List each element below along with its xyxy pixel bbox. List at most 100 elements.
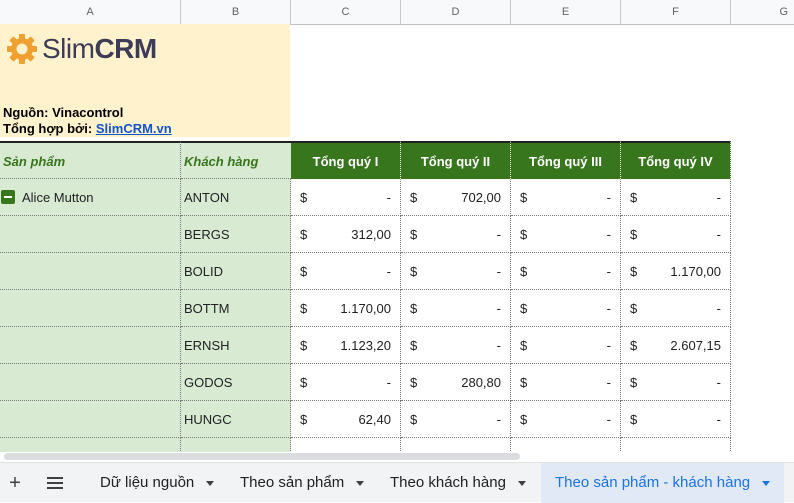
currency-symbol: $ [520, 375, 528, 390]
customer-cell[interactable]: ERNSH [181, 327, 291, 364]
tab-theo-san-pham-khach-hang[interactable]: Theo sản phẩm - khách hàng [541, 463, 785, 503]
logo-text: SlimCRM [42, 33, 157, 64]
customer-cell[interactable]: HUNGC [181, 401, 291, 438]
tab-theo-san-pham[interactable]: Theo sản phẩm [226, 463, 378, 503]
quarter-value-cell[interactable]: $62,40 [291, 401, 401, 438]
all-sheets-button[interactable] [40, 463, 70, 503]
customer-cell[interactable]: ANTON [181, 179, 291, 216]
column-header-c[interactable]: C [291, 0, 401, 24]
amount-value: - [496, 301, 501, 316]
column-header-a[interactable]: A [0, 0, 181, 24]
currency-symbol: $ [630, 412, 638, 427]
quarter-value-cell[interactable]: $ - [511, 179, 621, 216]
quarter-value-cell[interactable]: $ - [511, 401, 621, 438]
quarter-value-cell[interactable]: $ - [621, 401, 731, 438]
column-header-e[interactable]: E [511, 0, 621, 24]
quarter-value-cell[interactable]: $ - [401, 327, 511, 364]
quarter-value-cell[interactable]: $1.170,00 [291, 290, 401, 327]
tab-du-lieu-nguon[interactable]: Dữ liệu nguồn [86, 463, 228, 503]
chevron-down-icon[interactable] [206, 480, 215, 486]
quarter-value-cell[interactable]: $ - [621, 290, 731, 327]
column-header-b[interactable]: B [181, 0, 291, 24]
product-cell[interactable] [0, 290, 181, 327]
quarter-value-cell[interactable]: $ - [291, 179, 401, 216]
header-q3[interactable]: Tổng quý III [511, 141, 621, 179]
amount-value: - [606, 190, 611, 205]
quarter-value-cell[interactable]: $ - [621, 179, 731, 216]
product-cell[interactable] [0, 364, 181, 401]
scrollbar-thumb[interactable] [4, 453, 520, 460]
currency-symbol: $ [630, 190, 638, 205]
logo-cell[interactable]: SlimCRM Nguồn: Vinacontrol Tổng hợp bởi:… [0, 24, 290, 137]
quarter-value-cell[interactable]: $ - [511, 253, 621, 290]
product-cell[interactable] [0, 253, 181, 290]
product-cell[interactable]: Alice Mutton [0, 179, 181, 216]
product-name: Alice Mutton [22, 190, 94, 205]
product-cell[interactable] [0, 401, 181, 438]
slimcrm-logo: SlimCRM [6, 32, 157, 66]
quarter-value-cell[interactable]: $ - [621, 364, 731, 401]
currency-symbol: $ [410, 338, 418, 353]
currency-symbol: $ [520, 264, 528, 279]
currency-symbol: $ [520, 412, 528, 427]
quarter-value-cell[interactable]: $ - [291, 364, 401, 401]
quarter-value-cell[interactable]: $2.607,15 [621, 327, 731, 364]
customer-cell[interactable]: BOTTM [181, 290, 291, 327]
product-cell[interactable] [0, 327, 181, 364]
amount-value: 1.170,00 [340, 301, 391, 316]
chevron-down-icon[interactable] [356, 480, 365, 486]
customer-cell[interactable]: BERGS [181, 216, 291, 253]
compiled-by-text: Tổng hợp bởi: SlimCRM.vn [3, 121, 172, 136]
quarter-value-cell[interactable]: $ - [511, 216, 621, 253]
currency-symbol: $ [630, 375, 638, 390]
quarter-value-cell[interactable]: $ - [511, 290, 621, 327]
horizontal-scrollbar[interactable] [0, 452, 794, 462]
header-q1[interactable]: Tổng quý I [291, 141, 401, 179]
amount-value: - [386, 264, 391, 279]
amount-value: - [496, 264, 501, 279]
amount-value: - [716, 227, 721, 242]
quarter-value-cell[interactable]: $ - [511, 364, 621, 401]
amount-value: 280,80 [461, 375, 501, 390]
amount-value: - [716, 375, 721, 390]
column-header-g[interactable]: G [731, 0, 794, 24]
chevron-down-icon[interactable] [517, 480, 526, 486]
currency-symbol: $ [300, 190, 308, 205]
quarter-value-cell[interactable]: $ - [401, 253, 511, 290]
chevron-down-icon[interactable] [762, 480, 771, 486]
amount-value: - [606, 227, 611, 242]
quarter-value-cell[interactable]: $280,80 [401, 364, 511, 401]
column-header-f[interactable]: F [621, 0, 731, 24]
spreadsheet-grid[interactable]: SlimCRM Nguồn: Vinacontrol Tổng hợp bởi:… [0, 24, 794, 462]
quarter-value-cell[interactable]: $1.123,20 [291, 327, 401, 364]
column-header-bar: A B C D E F G [0, 0, 794, 25]
collapse-group-icon[interactable] [1, 190, 15, 204]
quarter-value-cell[interactable]: $ - [291, 253, 401, 290]
quarter-value-cell[interactable]: $ - [621, 216, 731, 253]
header-customer[interactable]: Khách hàng [181, 141, 291, 179]
customer-cell[interactable]: BOLID [181, 253, 291, 290]
quarter-value-cell[interactable]: $ - [511, 327, 621, 364]
slimcrm-link[interactable]: SlimCRM.vn [96, 121, 172, 136]
currency-symbol: $ [630, 227, 638, 242]
tab-theo-khach-hang[interactable]: Theo khách hàng [376, 463, 540, 503]
amount-value: - [496, 338, 501, 353]
column-header-d[interactable]: D [401, 0, 511, 24]
amount-value: - [496, 227, 501, 242]
quarter-value-cell[interactable]: $312,00 [291, 216, 401, 253]
header-product[interactable]: Sản phẩm [0, 141, 181, 179]
quarter-value-cell[interactable]: $ - [401, 216, 511, 253]
amount-value: - [386, 375, 391, 390]
quarter-value-cell[interactable]: $ - [401, 290, 511, 327]
header-q4[interactable]: Tổng quý IV [621, 141, 731, 179]
quarter-value-cell[interactable]: $1.170,00 [621, 253, 731, 290]
header-q2[interactable]: Tổng quý II [401, 141, 511, 179]
quarter-value-cell[interactable]: $702,00 [401, 179, 511, 216]
quarter-value-cell[interactable]: $ - [401, 401, 511, 438]
amount-value: 1.170,00 [670, 264, 721, 279]
customer-cell[interactable]: GODOS [181, 364, 291, 401]
product-cell[interactable] [0, 216, 181, 253]
add-sheet-button[interactable]: + [0, 463, 30, 503]
currency-symbol: $ [410, 375, 418, 390]
currency-symbol: $ [630, 301, 638, 316]
